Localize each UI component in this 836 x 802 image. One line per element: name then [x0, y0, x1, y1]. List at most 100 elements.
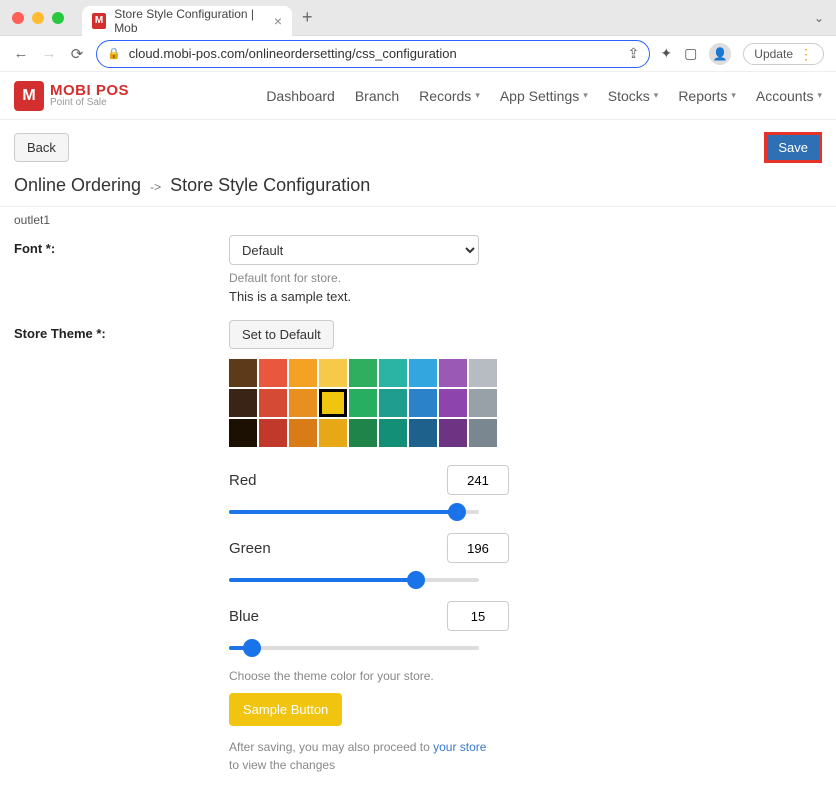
nav-label: Branch [355, 88, 399, 104]
sample-button[interactable]: Sample Button [229, 693, 342, 726]
nav-dashboard[interactable]: Dashboard [266, 88, 335, 104]
brand-tagline: Point of Sale [50, 98, 129, 108]
font-label: Font *: [14, 235, 229, 304]
color-swatch[interactable] [439, 389, 467, 417]
url-text: cloud.mobi-pos.com/onlineordersetting/cs… [129, 46, 457, 61]
color-swatch[interactable] [379, 419, 407, 447]
red-slider[interactable] [229, 510, 479, 514]
green-slider[interactable] [229, 578, 479, 582]
nav-forward-icon: → [40, 45, 58, 62]
color-swatch[interactable] [229, 389, 257, 417]
color-swatch[interactable] [409, 389, 437, 417]
logo-badge-icon: M [14, 81, 44, 111]
nav-reports[interactable]: Reports▾ [678, 88, 736, 104]
tab-title: Store Style Configuration | Mob [114, 7, 262, 35]
color-swatch[interactable] [469, 359, 497, 387]
color-swatch[interactable] [259, 389, 287, 417]
color-swatch[interactable] [379, 389, 407, 417]
nav-reload-icon[interactable]: ⟳ [68, 45, 86, 63]
browser-tab[interactable]: M Store Style Configuration | Mob × [82, 6, 292, 36]
page-body: Back Save Online Ordering -> Store Style… [0, 120, 836, 802]
tabs-overflow-icon[interactable]: ⌄ [814, 11, 824, 25]
slider-blue: Blue [229, 601, 509, 655]
after-save-note: After saving, you may also proceed to yo… [229, 738, 489, 774]
color-swatch[interactable] [439, 419, 467, 447]
color-swatch[interactable] [469, 389, 497, 417]
brand-name: MOBI POS [50, 83, 129, 98]
font-select[interactable]: Default [229, 235, 479, 265]
color-swatch[interactable] [289, 419, 317, 447]
color-swatch[interactable] [289, 359, 317, 387]
update-label: Update [754, 47, 793, 61]
slider-red: Red [229, 465, 509, 519]
color-swatch[interactable] [349, 389, 377, 417]
menu-dots-icon: ⋮ [799, 47, 813, 61]
share-icon[interactable]: ⇪ [628, 45, 640, 62]
color-swatch[interactable] [229, 359, 257, 387]
chevron-down-icon: ▾ [731, 90, 736, 101]
divider [0, 206, 836, 207]
color-swatch[interactable] [409, 419, 437, 447]
slider-label: Green [229, 540, 271, 557]
back-button[interactable]: Back [14, 133, 69, 162]
theme-help: Choose the theme color for your store. [229, 669, 509, 683]
color-swatch[interactable] [319, 359, 347, 387]
color-swatch[interactable] [439, 359, 467, 387]
color-swatch[interactable] [319, 419, 347, 447]
chevron-down-icon: ▾ [817, 90, 822, 101]
color-swatch[interactable] [349, 359, 377, 387]
tab-close-icon[interactable]: × [274, 13, 282, 29]
set-default-button[interactable]: Set to Default [229, 320, 334, 349]
nav-accounts[interactable]: Accounts▾ [756, 88, 822, 104]
nav-app-settings[interactable]: App Settings▾ [500, 88, 588, 104]
color-swatch[interactable] [379, 359, 407, 387]
extension-icons: ✦ ▢ 👤 Update ⋮ [660, 43, 824, 65]
chevron-down-icon: ▾ [654, 90, 659, 101]
color-swatch[interactable] [319, 389, 347, 417]
extensions-icon[interactable]: ✦ [660, 45, 672, 62]
blue-value-input[interactable] [447, 601, 509, 631]
new-tab-button[interactable]: + [302, 7, 313, 28]
color-swatch[interactable] [349, 419, 377, 447]
color-swatch[interactable] [229, 419, 257, 447]
chevron-down-icon: ▾ [475, 90, 480, 101]
green-value-input[interactable] [447, 533, 509, 563]
nav-back-icon[interactable]: ← [12, 45, 30, 62]
window-close-icon[interactable] [12, 12, 24, 24]
nav-label: Accounts [756, 88, 814, 104]
breadcrumb-parent[interactable]: Online Ordering [14, 175, 141, 195]
update-button[interactable]: Update ⋮ [743, 43, 824, 65]
your-store-link[interactable]: your store [433, 740, 486, 754]
nav-label: Records [419, 88, 471, 104]
color-swatch[interactable] [289, 389, 317, 417]
top-nav: Dashboard Branch Records▾ App Settings▾ … [266, 88, 822, 104]
save-button[interactable]: Save [764, 132, 822, 163]
nav-label: App Settings [500, 88, 579, 104]
window-maximize-icon[interactable] [52, 12, 64, 24]
breadcrumb-current: Store Style Configuration [170, 175, 370, 195]
nav-records[interactable]: Records ▾ [419, 88, 480, 104]
panel-icon[interactable]: ▢ [684, 45, 697, 62]
color-swatch[interactable] [259, 419, 287, 447]
breadcrumb-arrow-icon: -> [150, 180, 161, 194]
window-minimize-icon[interactable] [32, 12, 44, 24]
address-bar[interactable]: 🔒 cloud.mobi-pos.com/onlineordersetting/… [96, 40, 650, 68]
color-swatch[interactable] [259, 359, 287, 387]
font-row: Font *: Default Default font for store. … [14, 235, 822, 304]
nav-stocks[interactable]: Stocks▾ [608, 88, 659, 104]
theme-label: Store Theme *: [14, 320, 229, 774]
color-swatch[interactable] [409, 359, 437, 387]
red-value-input[interactable] [447, 465, 509, 495]
brand-logo[interactable]: M MOBI POS Point of Sale [14, 81, 129, 111]
tab-favicon: M [92, 13, 106, 29]
nav-label: Dashboard [266, 88, 335, 104]
slider-label: Red [229, 472, 257, 489]
slider-label: Blue [229, 608, 259, 625]
after-save-pre: After saving, you may also proceed to [229, 740, 433, 754]
profile-avatar[interactable]: 👤 [709, 43, 731, 65]
nav-branch[interactable]: Branch [355, 88, 399, 104]
blue-slider[interactable] [229, 646, 479, 650]
color-swatch[interactable] [469, 419, 497, 447]
browser-tab-strip: M Store Style Configuration | Mob × + ⌄ [0, 0, 836, 36]
page-toolbar: Back Save [14, 132, 822, 163]
